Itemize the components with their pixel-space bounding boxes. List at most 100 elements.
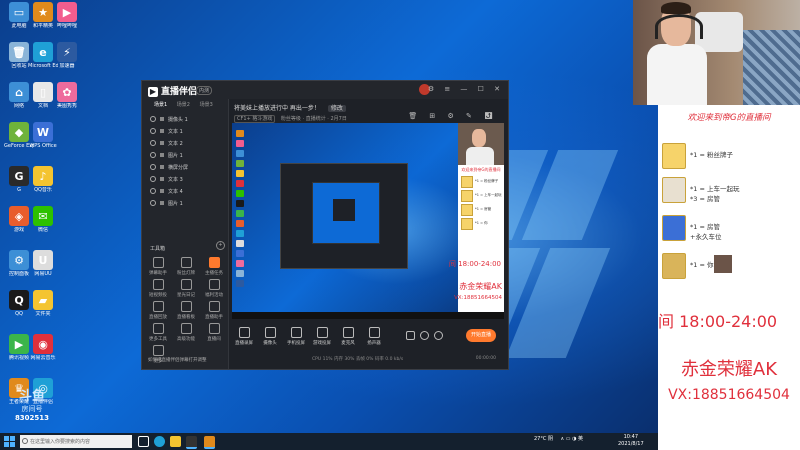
- preview-icon: [236, 160, 244, 167]
- visibility-toggle-icon[interactable]: [150, 164, 156, 170]
- welcome-text: 欢迎来到帝G的直播间: [687, 113, 771, 123]
- visibility-toggle-icon[interactable]: [150, 176, 156, 182]
- tool-button[interactable]: 直播助手: [202, 301, 226, 320]
- source-item[interactable]: 文本 3: [142, 173, 228, 185]
- desktop-icon[interactable]: ✉ 微信: [28, 206, 58, 233]
- system-tray[interactable]: 27°C 阴 ∧ ▭ ◑ 英: [534, 435, 583, 442]
- tab-scene-1[interactable]: 场景1: [154, 102, 167, 108]
- desktop-icon[interactable]: ◉ 网易云音乐: [28, 334, 58, 361]
- tool-button[interactable]: 更多工具: [146, 323, 170, 342]
- preview-icon: [236, 220, 244, 227]
- version-badge[interactable]: 内测: [196, 86, 213, 95]
- tool-button[interactable]: 星光日记: [174, 279, 198, 298]
- visibility-toggle-icon[interactable]: [150, 188, 156, 194]
- preview-overlay-row: *1 = 粉丝牌子: [461, 175, 502, 188]
- desktop-icon[interactable]: ▶ 哔哩哔哩: [52, 2, 82, 29]
- info-icon[interactable]: [434, 331, 443, 340]
- tool-label: 更多工具: [149, 337, 167, 342]
- window-controls[interactable]: ⚙ ≡ — ☐ ✕: [428, 85, 504, 93]
- gift-rule-text: *1 = 你: [690, 261, 714, 269]
- stream-overlay-panel: 欢迎来到帝G的直播间 *1 = 粉丝牌子 *1 = 上车一起玩 *3 = 房管 …: [658, 105, 800, 450]
- edit-title-button[interactable]: 修改: [327, 105, 346, 112]
- app-icon: ⌂: [9, 82, 29, 102]
- visibility-toggle-icon[interactable]: [150, 116, 156, 122]
- microphone-button[interactable]: 麦克风: [336, 327, 360, 346]
- button-label: 麦克风: [341, 341, 355, 346]
- screen-record-button[interactable]: 直播录屏: [232, 327, 256, 346]
- visibility-toggle-icon[interactable]: [150, 152, 156, 158]
- toolbox-add-icon[interactable]: +: [216, 241, 225, 250]
- game-cast-button[interactable]: 游戏投屏: [310, 327, 334, 346]
- desktop-icon[interactable]: W WPS Office: [28, 122, 58, 149]
- desktop-icon[interactable]: ✿ 美图秀秀: [52, 82, 82, 109]
- explorer-icon[interactable]: [170, 436, 181, 447]
- source-item[interactable]: 文本 1: [142, 125, 228, 137]
- record-icon[interactable]: [406, 331, 415, 340]
- task-view-icon[interactable]: [138, 436, 149, 447]
- visibility-toggle-icon[interactable]: [150, 200, 156, 206]
- stream-title: 将美妹上播放进行中 再出一步！: [234, 105, 320, 112]
- tool-button[interactable]: 高级功能: [174, 323, 198, 342]
- g-app-icon[interactable]: [186, 436, 197, 449]
- preview-overlay-row: *1 = 你: [461, 217, 502, 230]
- desktop-icon[interactable]: ♪ QQ音乐: [28, 166, 58, 193]
- source-item[interactable]: 文本 2: [142, 137, 228, 149]
- source-item[interactable]: 摄像头 1: [142, 113, 228, 125]
- app-icon: ▶: [9, 334, 29, 354]
- source-toolbar: 直播录屏 摄像头 手机投屏 游戏投屏 麦克风 扬声器 开始直播 CPU 11% …: [232, 321, 504, 367]
- tool-icon: [180, 257, 192, 268]
- windows-start-icon[interactable]: [4, 436, 15, 447]
- tool-icon: [152, 323, 164, 334]
- start-live-button[interactable]: 开始直播: [466, 329, 496, 342]
- speaker-button[interactable]: 扬声器: [362, 327, 386, 346]
- tool-label: 福利活动: [205, 293, 223, 298]
- desktop-icon[interactable]: U 网易UU: [28, 250, 58, 277]
- tool-button[interactable]: 弹幕助手: [146, 257, 170, 276]
- category-tag[interactable]: CF1+ 格斗游戏: [234, 115, 276, 123]
- desktop-icon[interactable]: ▰ 文件夹: [28, 290, 58, 317]
- preview-nested-window: [280, 163, 408, 269]
- source-label: 图片 1: [168, 152, 183, 159]
- fan-badge-icon: [662, 143, 686, 169]
- app-icon: 🗑: [9, 42, 29, 62]
- phone-cast-button[interactable]: 手机投屏: [284, 327, 308, 346]
- stream-preview[interactable]: 欢迎来到帝G的直播间 *1 = 粉丝牌子 *1 = 上车一起玩 *1 = 房管 …: [232, 123, 504, 319]
- gift-rule-row: *1 = 上车一起玩 *3 = 房管: [662, 177, 800, 203]
- tool-label: 直播间: [207, 337, 221, 342]
- settings-icon[interactable]: [420, 331, 429, 340]
- camera-button[interactable]: 摄像头: [258, 327, 282, 346]
- live-companion-taskbar-icon[interactable]: [204, 436, 215, 449]
- preview-icon: [236, 140, 244, 147]
- visibility-toggle-icon[interactable]: [150, 128, 156, 134]
- header-icon-group[interactable]: 🗑 ⊞ ⚙ ✎ ⤴: [408, 112, 498, 120]
- visibility-toggle-icon[interactable]: [150, 140, 156, 146]
- source-item[interactable]: 图片 1: [142, 149, 228, 161]
- tool-button[interactable]: 粉丝灯牌: [174, 257, 198, 276]
- desktop-icon-label: WPS Office: [29, 143, 57, 149]
- tool-button[interactable]: 直播看板: [174, 301, 198, 320]
- tool-button[interactable]: 主播任务: [202, 257, 226, 276]
- weather-text[interactable]: 27°C 阴: [534, 436, 553, 442]
- taskbar-clock[interactable]: 10:47 2021/8/17: [618, 434, 644, 448]
- tab-scene-2[interactable]: 场景2: [177, 102, 190, 108]
- notice-text[interactable]: 如何把直播伴侣弹幕打开调整: [148, 357, 207, 363]
- preview-contact: VX:18851664504: [454, 295, 502, 301]
- source-item[interactable]: 横屏分屏: [142, 161, 228, 173]
- gamepad-icon: [316, 327, 328, 338]
- app-name: 直播伴侣: [161, 87, 198, 97]
- taskbar-search-input[interactable]: 在这里输入你要搜索的内容: [20, 435, 132, 448]
- desktop: ▭此电脑★和平精英▶哔哩哔哩🗑回收站eMicrosoft Edge⚡加速器⌂网络…: [0, 0, 658, 433]
- tool-button[interactable]: 直播间: [202, 323, 226, 342]
- tool-icon: [208, 257, 220, 268]
- desktop-icon-label: 哔哩哔哩: [56, 23, 77, 29]
- watermark-room-label: 房间号: [21, 405, 43, 413]
- tool-button[interactable]: 直播回放: [146, 301, 170, 320]
- desktop-icon[interactable]: ⚡ 加速器: [52, 42, 82, 69]
- source-item[interactable]: 文本 4: [142, 185, 228, 197]
- tab-scene-3[interactable]: 场景3: [200, 102, 213, 108]
- tool-button[interactable]: 短视频投: [146, 279, 170, 298]
- tool-button[interactable]: 福利活动: [202, 279, 226, 298]
- edge-icon[interactable]: [154, 436, 165, 447]
- tray-icons[interactable]: ∧ ▭ ◑ 英: [561, 436, 584, 442]
- source-item[interactable]: 图片 1: [142, 197, 228, 209]
